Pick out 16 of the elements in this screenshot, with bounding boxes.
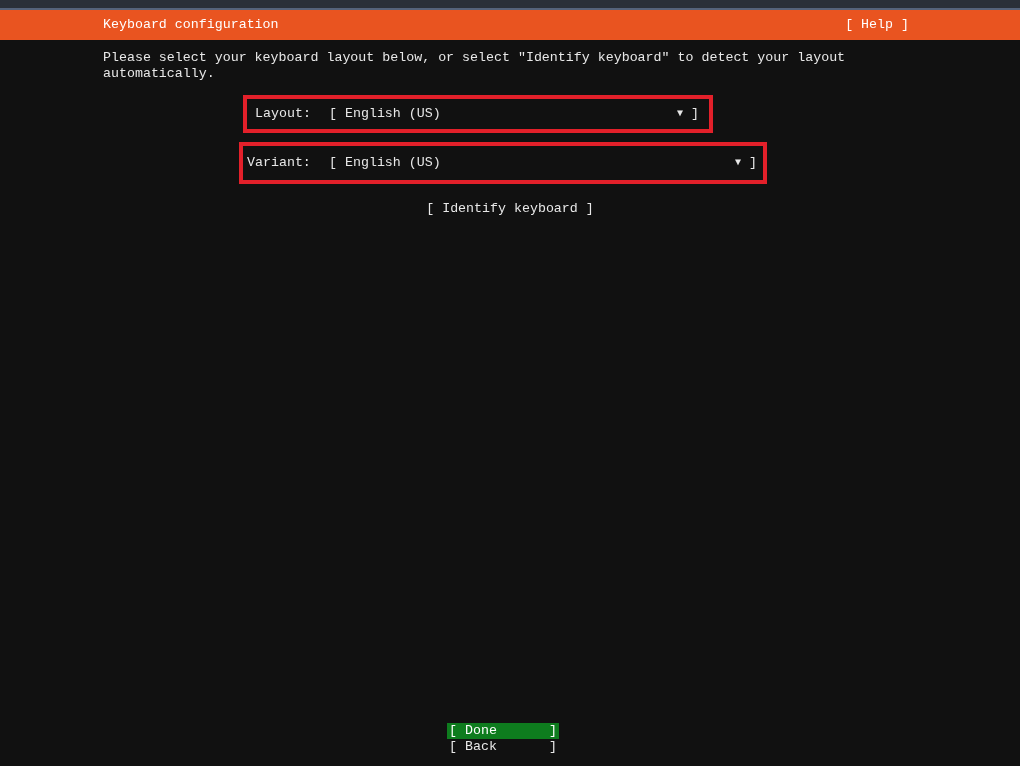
menu-button[interactable]: [ Back ] bbox=[447, 739, 559, 755]
field-label: Layout: bbox=[255, 106, 312, 122]
menu-button[interactable]: [ Done ] bbox=[447, 723, 559, 739]
instructions-text: Please select your keyboard layout below, or select "Identify keyboard" to detect your layout automatically. bbox=[103, 50, 847, 82]
field-label: Variant: bbox=[247, 155, 312, 171]
bracket-text: ] bbox=[691, 106, 699, 122]
bracket-text: ] bbox=[749, 155, 757, 171]
dropdown-arrow: ▼ bbox=[677, 107, 683, 121]
identify-keyboard-button[interactable]: [ Identify keyboard ] bbox=[426, 201, 594, 217]
help-button[interactable]: [ Help ] bbox=[845, 17, 909, 33]
dropdown-field[interactable]: Variant: [ English (US) ▼ ] bbox=[239, 142, 767, 184]
header-title: Keyboard configuration bbox=[103, 17, 279, 33]
field-value: [ English (US) bbox=[329, 155, 442, 171]
field-value: [ English (US) bbox=[329, 106, 442, 122]
dropdown-arrow: ▼ bbox=[735, 156, 741, 170]
dropdown-field[interactable]: Layout: [ English (US) ▼ ] bbox=[243, 95, 713, 133]
